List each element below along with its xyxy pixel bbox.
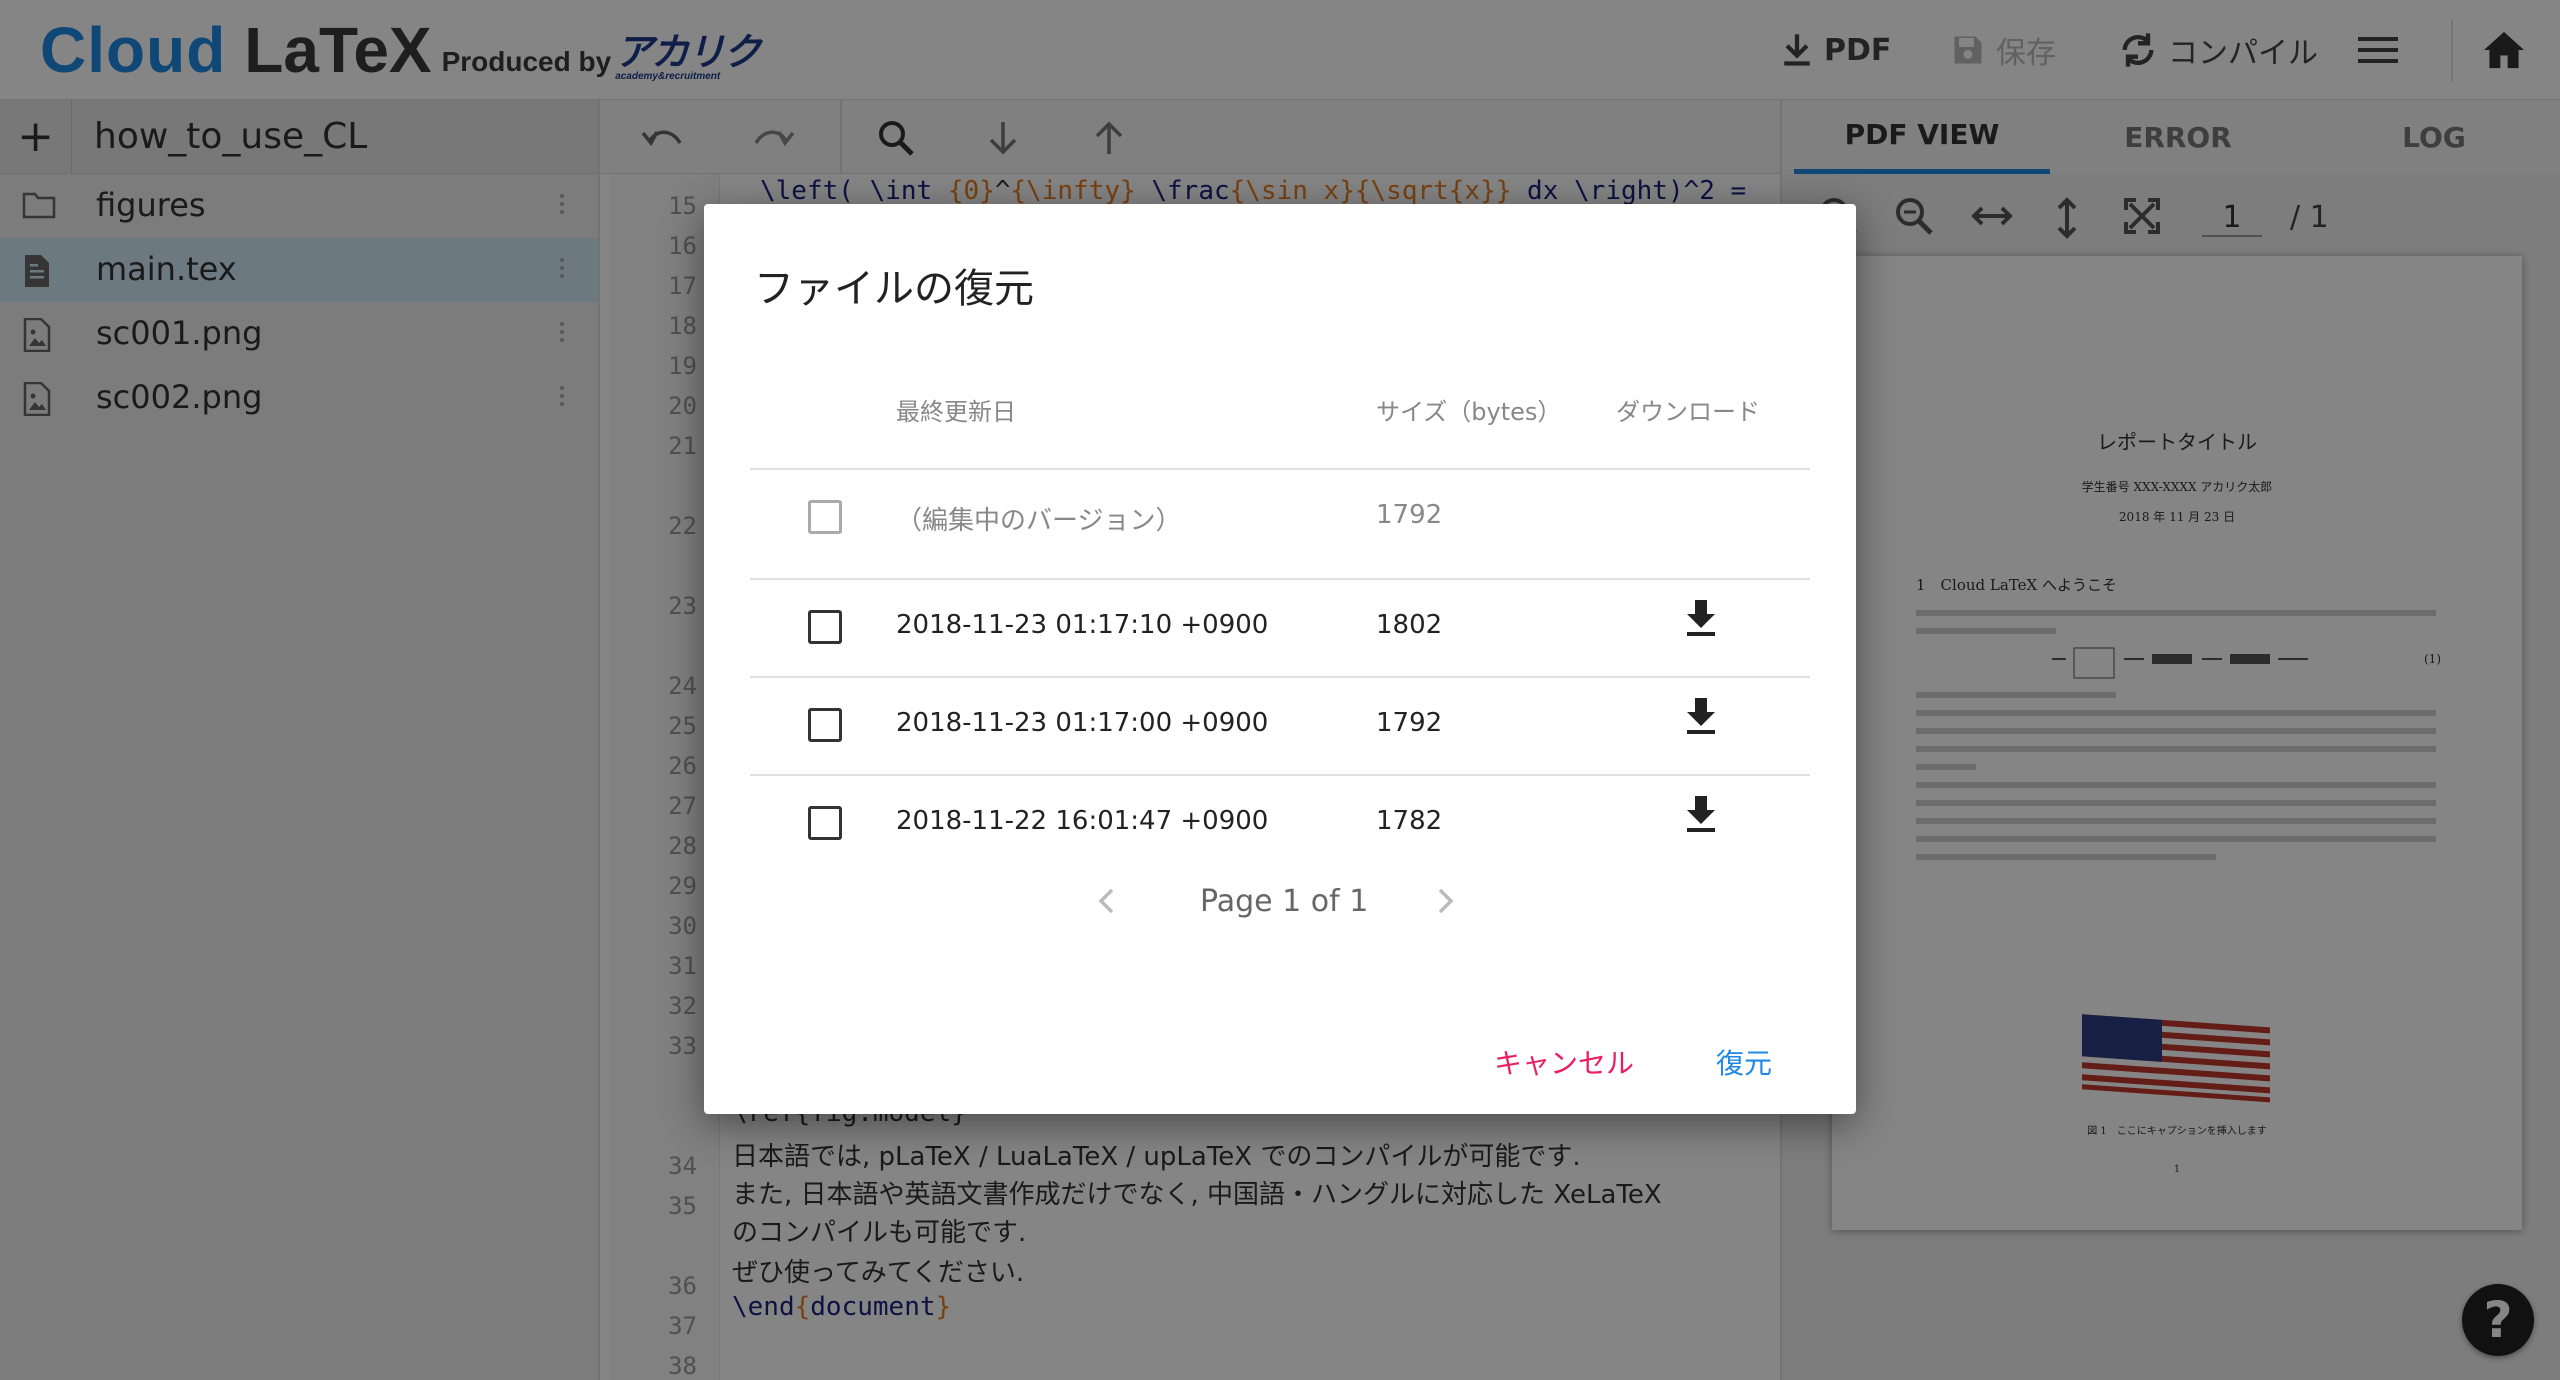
row-checkbox[interactable]	[808, 806, 842, 840]
row-checkbox[interactable]	[808, 708, 842, 742]
previous-page-button[interactable]	[1096, 886, 1116, 920]
row-date: 2018-11-23 01:17:00 +0900	[896, 708, 1269, 738]
row-size: 1792	[1376, 500, 1443, 530]
row-date: 2018-11-23 01:17:10 +0900	[896, 610, 1269, 640]
row-date: （編集中のバージョン）	[896, 506, 1182, 536]
table-row[interactable]: 2018-11-23 01:17:00 +0900 1792	[750, 678, 1810, 774]
row-size: 1802	[1376, 610, 1443, 640]
row-size: 1792	[1376, 708, 1443, 738]
table-row[interactable]: 2018-11-23 01:17:10 +0900 1802	[750, 580, 1810, 676]
download-icon[interactable]	[1684, 696, 1718, 740]
cancel-button[interactable]: キャンセル	[1484, 1036, 1644, 1088]
column-header-download: ダウンロード	[1616, 398, 1760, 426]
restore-file-dialog: ファイルの復元 最終更新日 サイズ（bytes） ダウンロード （編集中のバージ…	[704, 204, 1856, 1114]
column-header-size: サイズ（bytes）	[1376, 398, 1562, 426]
row-date: 2018-11-22 16:01:47 +0900	[896, 806, 1269, 836]
next-page-button[interactable]	[1436, 886, 1456, 920]
column-header-last-modified: 最終更新日	[896, 398, 1016, 426]
row-checkbox[interactable]	[808, 610, 842, 644]
page-info: Page 1 of 1	[1200, 884, 1369, 919]
download-icon[interactable]	[1684, 794, 1718, 838]
table-row[interactable]: 2018-11-22 16:01:47 +0900 1782	[750, 776, 1810, 872]
row-size: 1782	[1376, 806, 1443, 836]
chevron-right-icon	[1438, 888, 1454, 914]
chevron-left-icon	[1098, 888, 1114, 914]
restore-button[interactable]: 復元	[1706, 1036, 1782, 1088]
row-checkbox	[808, 500, 842, 534]
dialog-title: ファイルの復元	[754, 266, 1034, 312]
table-row: （編集中のバージョン） 1792	[750, 470, 1810, 566]
pagination: Page 1 of 1	[704, 872, 1856, 932]
download-icon[interactable]	[1684, 598, 1718, 642]
